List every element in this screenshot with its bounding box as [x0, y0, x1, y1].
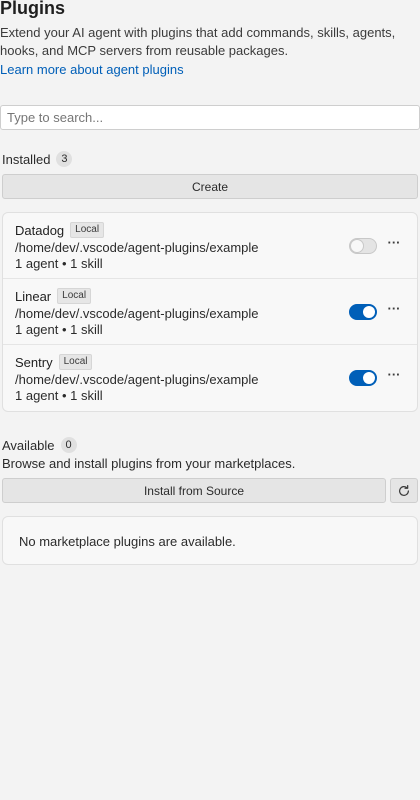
plugin-row-linear: Linear Local /home/dev/.vscode/agent-plu…	[3, 279, 417, 345]
learn-more-link[interactable]: Learn more about agent plugins	[0, 62, 184, 77]
create-button[interactable]: Create	[2, 174, 418, 199]
plugin-row-datadog: Datadog Local /home/dev/.vscode/agent-pl…	[3, 213, 417, 279]
local-badge: Local	[70, 222, 105, 238]
browse-text: Browse and install plugins from your mar…	[2, 456, 296, 471]
toggle-knob	[351, 240, 363, 252]
plugin-toggle-datadog[interactable]	[349, 238, 377, 254]
available-count-badge: 0	[60, 437, 77, 453]
more-actions-icon[interactable]: ···	[385, 235, 403, 253]
plugin-path: /home/dev/.vscode/agent-plugins/example	[15, 240, 259, 255]
install-from-source-button[interactable]: Install from Source	[2, 478, 386, 503]
installed-plugins-list: Datadog Local /home/dev/.vscode/agent-pl…	[2, 212, 418, 412]
more-actions-icon[interactable]: ···	[385, 301, 403, 319]
plugin-toggle-sentry[interactable]	[349, 370, 377, 386]
search-input[interactable]	[0, 105, 420, 130]
marketplace-empty-card: No marketplace plugins are available.	[2, 516, 418, 565]
available-label: Available	[2, 437, 55, 453]
local-badge: Local	[58, 354, 93, 370]
plugin-name-line: Linear Local	[15, 288, 92, 304]
refresh-button[interactable]	[390, 478, 418, 503]
local-badge: Local	[57, 288, 92, 304]
plugin-path: /home/dev/.vscode/agent-plugins/example	[15, 372, 259, 387]
plugin-name-line: Sentry Local	[15, 354, 93, 370]
page-description: Extend your AI agent with plugins that a…	[0, 25, 396, 58]
plugin-toggle-linear[interactable]	[349, 304, 377, 320]
available-section-header: Available 0	[2, 437, 77, 453]
empty-message: No marketplace plugins are available.	[19, 534, 236, 549]
toggle-knob	[363, 306, 375, 318]
plugin-name-line: Datadog Local	[15, 222, 105, 238]
more-actions-icon[interactable]: ···	[385, 367, 403, 385]
refresh-icon	[399, 484, 409, 496]
plugin-meta: 1 agent • 1 skill	[15, 322, 103, 337]
page-title: Plugins	[0, 0, 66, 18]
plugin-name: Sentry	[15, 354, 53, 370]
toggle-knob	[363, 372, 375, 384]
installed-label: Installed	[2, 151, 51, 167]
plugin-name: Linear	[15, 288, 52, 304]
installed-count-badge: 3	[56, 151, 73, 167]
plugin-meta: 1 agent • 1 skill	[15, 256, 103, 271]
installed-section-header: Installed 3	[2, 151, 73, 167]
plugin-path: /home/dev/.vscode/agent-plugins/example	[15, 306, 259, 321]
plugin-meta: 1 agent • 1 skill	[15, 388, 103, 403]
plugin-name: Datadog	[15, 222, 65, 238]
plugin-row-sentry: Sentry Local /home/dev/.vscode/agent-plu…	[3, 345, 417, 411]
